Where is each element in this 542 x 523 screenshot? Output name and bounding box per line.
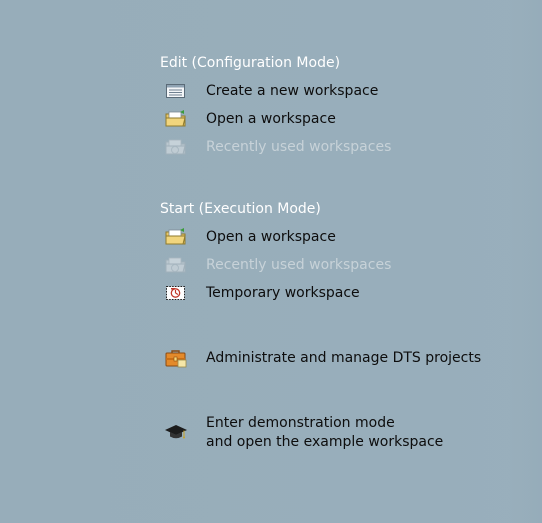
recent-folder-icon <box>164 137 188 157</box>
open-folder-icon <box>164 227 188 247</box>
edit-create-workspace-label: Create a new workspace <box>206 83 379 99</box>
edit-create-workspace[interactable]: Create a new workspace <box>164 80 378 102</box>
edit-recent-workspaces[interactable]: Recently used workspaces <box>164 136 391 158</box>
start-recent-workspaces[interactable]: Recently used workspaces <box>164 254 391 276</box>
new-workspace-icon <box>164 81 188 101</box>
start-open-workspace-label: Open a workspace <box>206 229 336 245</box>
edit-recent-workspaces-label: Recently used workspaces <box>206 139 392 155</box>
demonstration-mode-label-line1: Enter demonstration mode <box>206 415 395 431</box>
demonstration-mode[interactable]: Enter demonstration mode and open the ex… <box>164 414 443 454</box>
open-folder-icon <box>164 109 188 129</box>
administrate-projects[interactable]: Administrate and manage DTS projects <box>164 347 481 369</box>
demonstration-mode-label-line2: and open the example workspace <box>206 434 444 450</box>
edit-open-workspace-label: Open a workspace <box>206 111 336 127</box>
edit-open-workspace[interactable]: Open a workspace <box>164 108 336 130</box>
start-temporary-workspace-label: Temporary workspace <box>206 285 360 301</box>
demonstration-mode-label: Enter demonstration mode and open the ex… <box>206 414 443 452</box>
start-open-workspace[interactable]: Open a workspace <box>164 226 336 248</box>
start-section-title: Start (Execution Mode) <box>160 201 321 217</box>
briefcase-icon <box>164 348 188 368</box>
edit-section-title: Edit (Configuration Mode) <box>160 55 341 71</box>
administrate-projects-label: Administrate and manage DTS projects <box>206 350 482 366</box>
start-recent-workspaces-label: Recently used workspaces <box>206 257 392 273</box>
background-shade <box>508 0 542 523</box>
start-temporary-workspace[interactable]: Temporary workspace <box>164 282 360 304</box>
recent-folder-icon <box>164 255 188 275</box>
graduation-cap-icon <box>164 422 188 442</box>
temporary-workspace-icon <box>164 283 188 303</box>
